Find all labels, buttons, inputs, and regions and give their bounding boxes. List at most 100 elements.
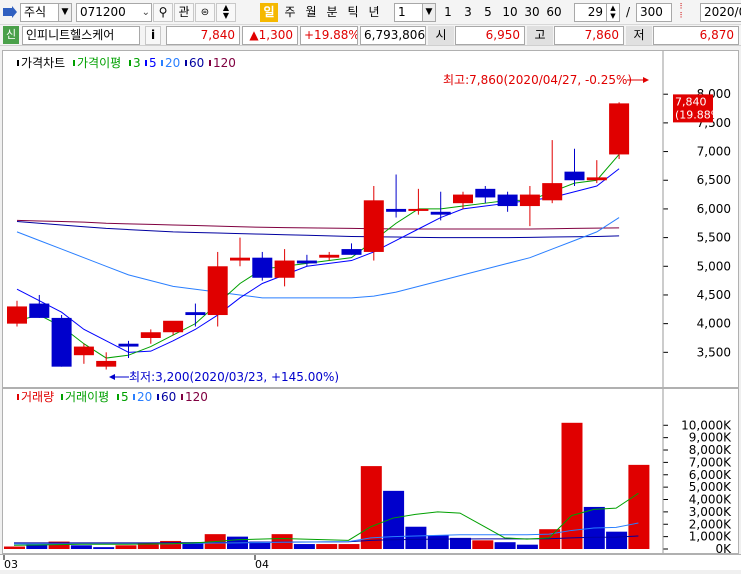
y-tick-label: 0K — [715, 542, 732, 553]
volume-bar — [360, 466, 382, 549]
min-arrow-head — [109, 374, 115, 380]
screen-link-icon[interactable] — [3, 5, 17, 19]
stock-code-input[interactable]: 071200 ⌄ — [76, 3, 152, 22]
period-month[interactable]: 월 — [302, 3, 320, 22]
price-chart[interactable]: 가격차트 가격이평 3 5 20 60 1208,0007,5007,0006,5006,0… — [3, 51, 738, 387]
candle-body — [230, 257, 250, 261]
current-price-label: 7,840 — [675, 95, 707, 108]
watch-button[interactable]: 관 — [174, 3, 194, 22]
volume-chart[interactable]: 거래량 거래이평 5 20 60 12010,000K9,000K8,000K7,000K… — [3, 389, 738, 556]
x-tick-label: 03 — [4, 558, 18, 571]
updown-icon: ▲ ▼ — [222, 3, 230, 20]
legend-label: 120 — [213, 56, 236, 70]
chevron-down-icon[interactable]: ⌄ — [142, 4, 150, 21]
period-minute[interactable]: 분 — [323, 3, 341, 22]
period-tick[interactable]: 틱 — [344, 3, 362, 22]
date-axis-svg: 03 04 — [3, 555, 269, 571]
candle-body — [609, 103, 630, 155]
volume-bar — [182, 543, 204, 549]
volume-bar — [516, 544, 538, 549]
interval-30[interactable]: 30 — [522, 3, 542, 22]
candle-body — [408, 208, 429, 211]
low-label: 저 — [626, 26, 652, 45]
total-input[interactable]: 300 — [636, 3, 672, 22]
price-change: ▲1,300 — [242, 26, 298, 45]
quote-strip: 신 인피니트헬스케어 i 7,840 ▲1,300 +19.88% 6,793,… — [0, 25, 741, 46]
interval-3[interactable]: 3 — [460, 3, 476, 22]
candle-body — [207, 266, 228, 316]
zoom-value: 29 — [587, 5, 603, 19]
chevron-down-icon[interactable]: ▼ — [422, 4, 435, 21]
period-year[interactable]: 년 — [365, 3, 383, 22]
total-value: 300 — [640, 5, 663, 19]
separator: / — [625, 5, 631, 19]
stock-name: 인피니트헬스케어 — [22, 26, 140, 45]
volume: 6,793,806 — [360, 26, 426, 45]
legend-label: 가격이평 — [77, 56, 121, 70]
link-button[interactable]: ⊜ — [195, 3, 215, 22]
market-select[interactable]: 주식 ▼ — [20, 3, 72, 22]
interval-1[interactable]: 1 — [440, 3, 456, 22]
price-chart-panel[interactable]: 가격차트 가격이평 3 5 20 60 120 8,000 7,500 7,000 6,500 6,0… — [2, 50, 739, 388]
legend-label: 5 — [121, 390, 129, 404]
legend-marker — [209, 60, 211, 66]
candle-body — [140, 332, 161, 338]
low-value: 6,870 — [699, 28, 734, 42]
spin-icon[interactable]: ▲ ▼ — [606, 4, 619, 21]
legend-label: 거래이평 — [65, 390, 109, 404]
candle-body — [586, 177, 607, 181]
high-price: 7,860 — [554, 26, 624, 45]
candle-body — [497, 194, 518, 207]
stock-code-value: 071200 — [80, 5, 126, 19]
count-select[interactable]: 1 ▼ — [394, 3, 436, 22]
volume-chart-panel[interactable]: 거래량 거래이평 5 20 60 120 10,000K 9,000K 8,000K 7,000K… — [2, 388, 739, 556]
info-icon: i — [150, 28, 156, 42]
candle-body — [296, 260, 317, 264]
interval-60[interactable]: 60 — [544, 3, 564, 22]
updown-button[interactable]: ▲ ▼ — [216, 3, 236, 22]
candle-body — [430, 211, 451, 215]
candle-body — [7, 306, 27, 324]
interval-10[interactable]: 10 — [500, 3, 520, 22]
date-input[interactable]: 2020/04 — [700, 3, 741, 22]
candle-body — [453, 194, 473, 204]
candle-body — [185, 312, 206, 316]
dots-icon[interactable]: ⁝ ⁝ — [674, 3, 688, 22]
volume-bar — [472, 540, 494, 549]
volume-bar — [293, 544, 315, 549]
candle-body — [341, 249, 362, 255]
ma3-line — [16, 154, 620, 359]
info-button[interactable]: i — [145, 26, 161, 45]
y-tick-label: 7,000 — [697, 145, 731, 159]
candle-body — [51, 317, 72, 367]
ma120-line — [16, 219, 620, 230]
y-tick-label: 4,000 — [697, 317, 731, 331]
y-tick-label: 6,000 — [697, 202, 731, 216]
y-tick-label: 3,500 — [697, 345, 731, 359]
period-week[interactable]: 주 — [281, 3, 299, 22]
candle-body — [363, 200, 384, 252]
legend-marker — [161, 60, 163, 66]
legend-marker — [73, 60, 75, 66]
candle-body — [564, 171, 585, 181]
market-value: 주식 — [24, 5, 47, 19]
zoom-input[interactable]: 29 ▲ ▼ — [574, 3, 620, 22]
stock-name-label: 인피니트헬스케어 — [26, 28, 115, 42]
legend-marker — [17, 60, 19, 66]
volume-bar — [450, 537, 471, 549]
interval-5[interactable]: 5 — [480, 3, 496, 22]
legend-label: 60 — [161, 390, 176, 404]
credit-badge: 신 — [3, 26, 19, 44]
chevron-down-icon[interactable]: ▼ — [58, 4, 71, 21]
high-value: 7,860 — [584, 28, 619, 42]
legend-label: 20 — [137, 390, 152, 404]
volume-bar — [494, 542, 516, 549]
search-button[interactable]: ⚲ — [153, 3, 173, 22]
volume-bar — [93, 547, 115, 549]
legend-label: 5 — [149, 56, 157, 70]
candle-body — [163, 320, 184, 333]
link-icon: ⊜ — [200, 7, 210, 18]
period-day[interactable]: 일 — [260, 3, 278, 22]
candle-body — [118, 343, 139, 347]
legend-label: 거래량 — [21, 390, 54, 404]
